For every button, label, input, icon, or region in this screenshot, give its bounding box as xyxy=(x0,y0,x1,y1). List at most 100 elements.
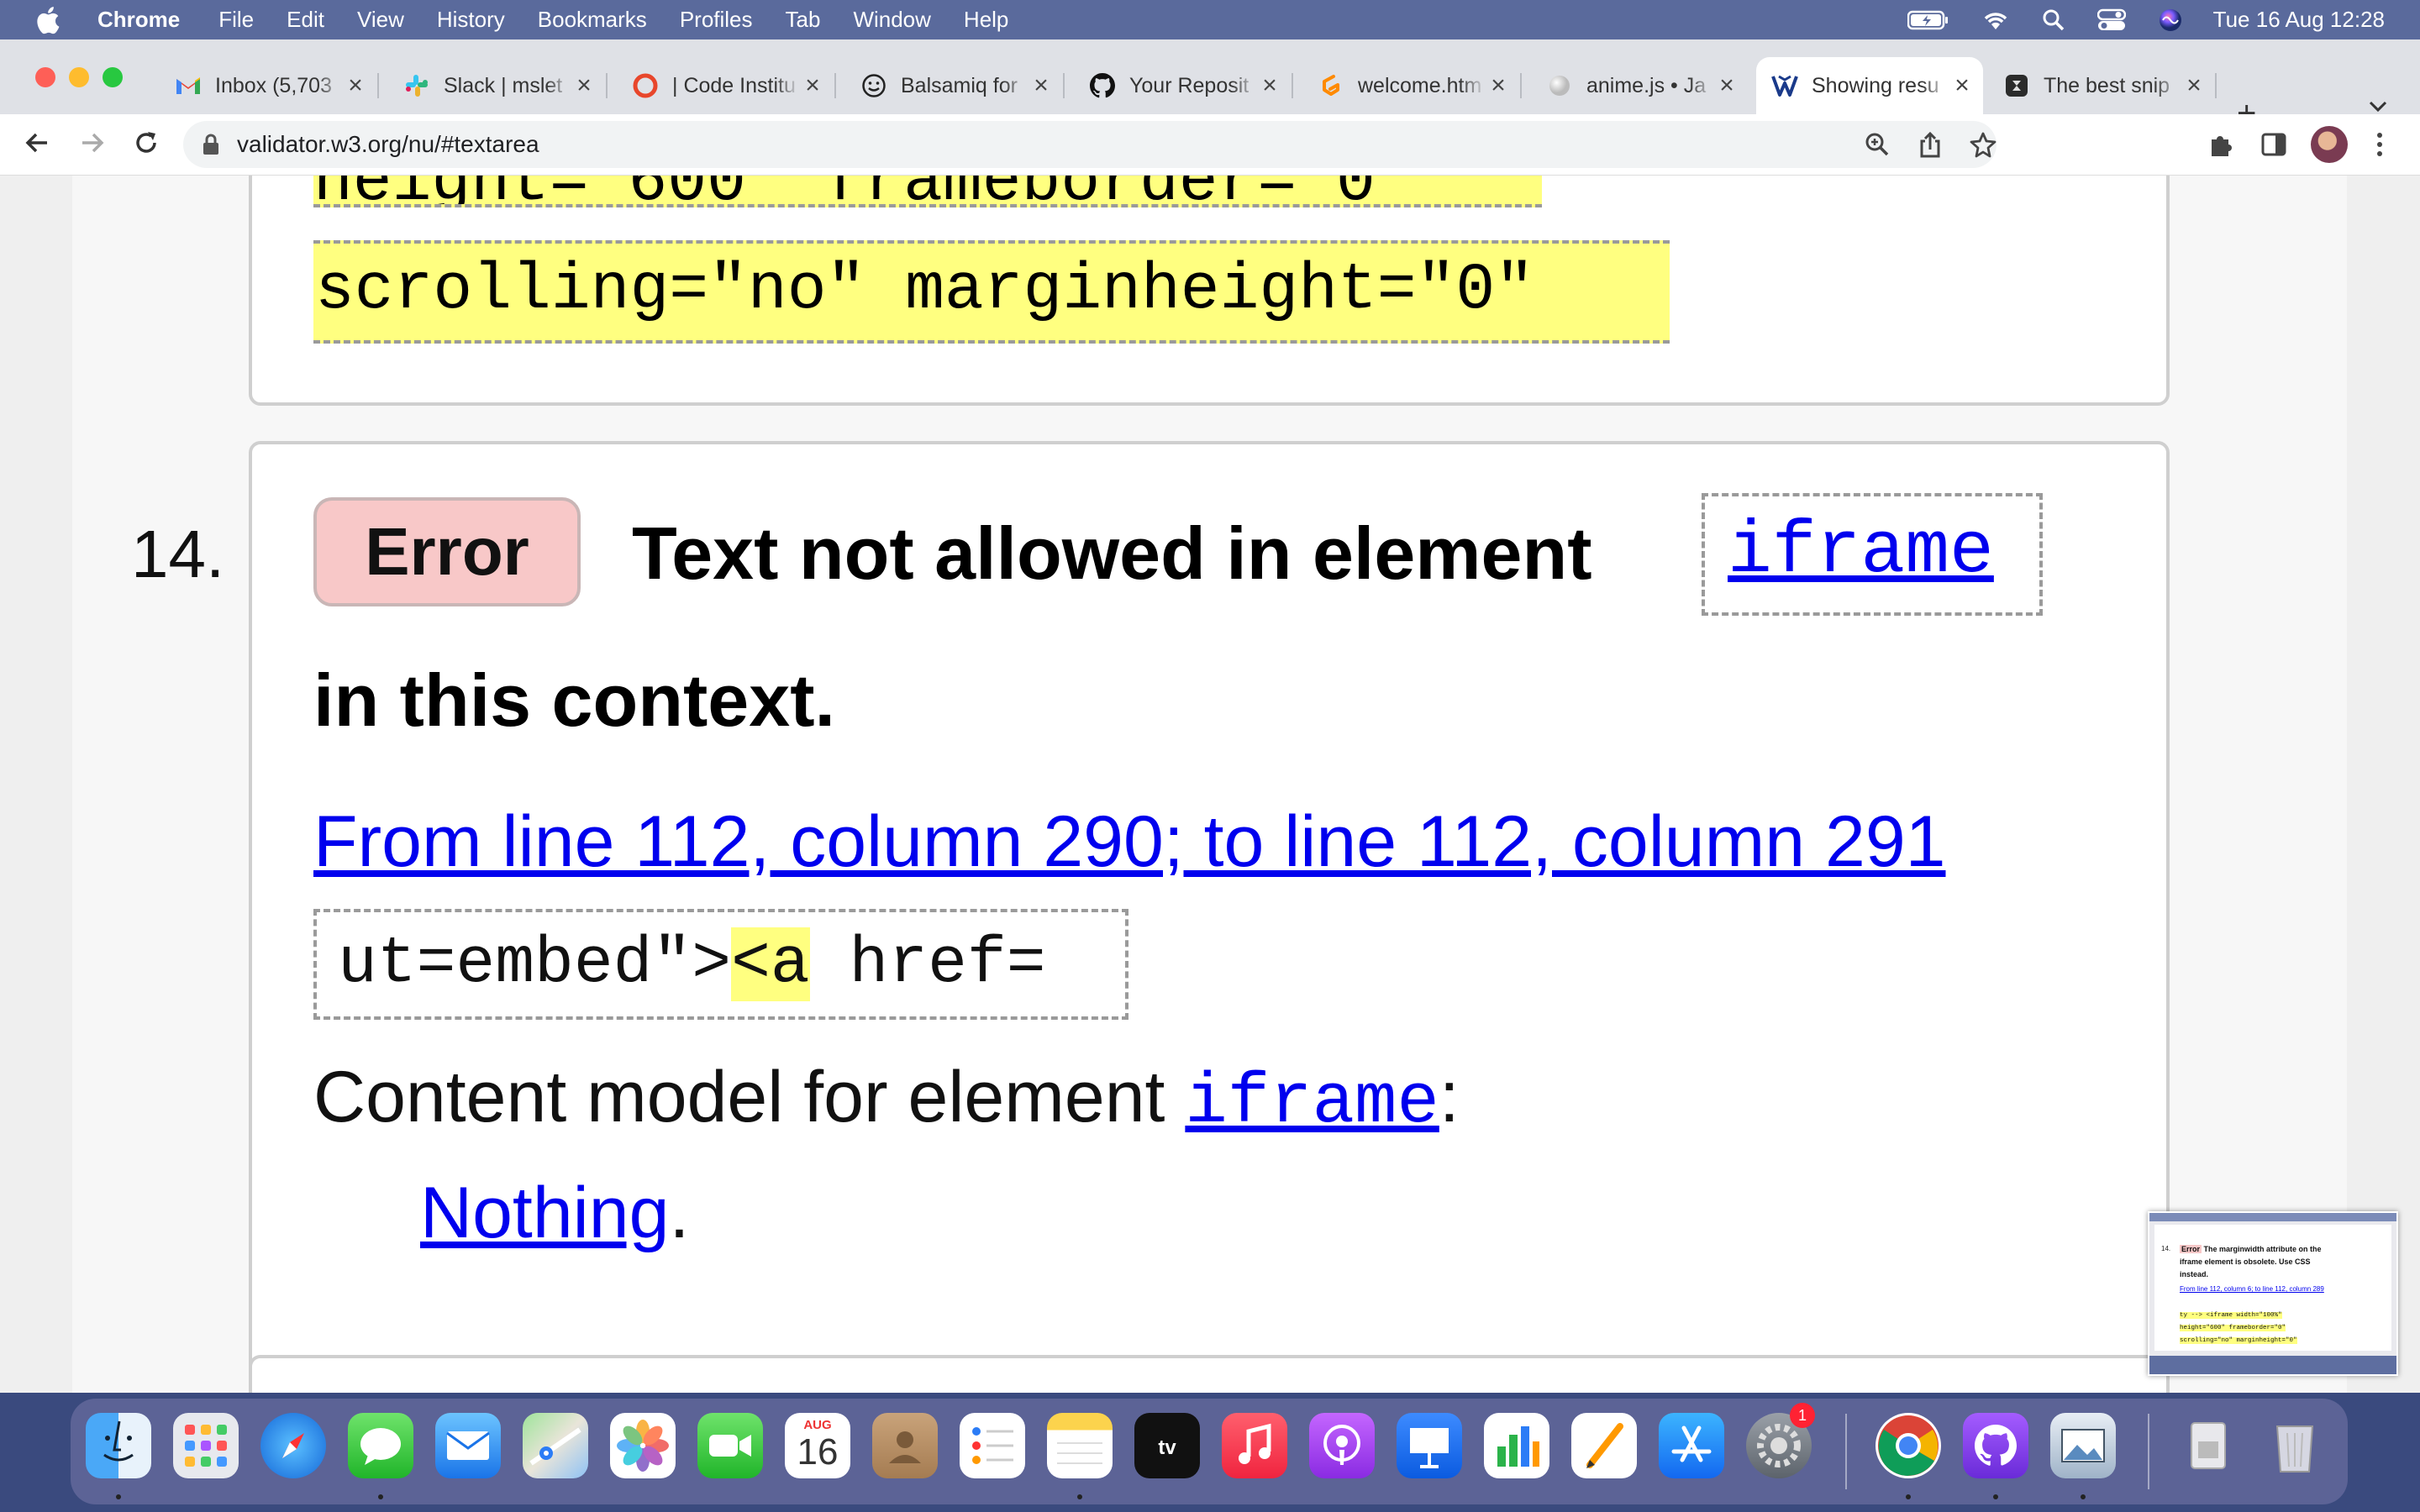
close-tab-icon[interactable]: × xyxy=(1949,71,1975,100)
content-model-label: Content model for element xyxy=(313,1057,1165,1137)
slack-icon xyxy=(403,72,430,99)
messages-icon[interactable] xyxy=(348,1413,413,1478)
tab-github[interactable]: Your Reposit × xyxy=(1074,57,1291,114)
close-tab-icon[interactable]: × xyxy=(571,71,597,100)
tab-title: Inbox (5,703 xyxy=(215,73,332,97)
close-tab-icon[interactable]: × xyxy=(1028,71,1054,100)
menubar-clock[interactable]: Tue 16 Aug 12:28 xyxy=(2213,7,2385,33)
apple-tv-icon[interactable]: tv xyxy=(1134,1413,1200,1478)
menu-bookmarks[interactable]: Bookmarks xyxy=(538,7,647,33)
siri-icon[interactable] xyxy=(2158,8,2183,33)
trash-icon[interactable] xyxy=(2262,1413,2328,1478)
content-model-period: . xyxy=(669,1173,690,1253)
downloads-stack-icon[interactable] xyxy=(2176,1413,2242,1478)
thumb-line-3: instead. xyxy=(2180,1270,2209,1278)
music-icon[interactable] xyxy=(1222,1413,1287,1478)
tab-balsamiq[interactable]: Balsamiq for × xyxy=(845,57,1062,114)
screenshot-thumbnail[interactable]: 14. Error The marginwidth attribute on t… xyxy=(2148,1211,2398,1376)
launchpad-icon[interactable] xyxy=(173,1413,239,1478)
menu-view[interactable]: View xyxy=(357,7,404,33)
contacts-icon[interactable] xyxy=(872,1413,938,1478)
tab-slack[interactable]: Slack | mslet × xyxy=(388,57,605,114)
close-tab-icon[interactable]: × xyxy=(2181,71,2207,100)
calendar-day: 16 xyxy=(797,1431,839,1473)
iframe-element-link[interactable]: iframe xyxy=(1728,507,1994,599)
chrome-menu-icon[interactable] xyxy=(2375,131,2385,162)
menu-window[interactable]: Window xyxy=(853,7,930,33)
menu-help[interactable]: Help xyxy=(964,7,1008,33)
profile-avatar[interactable] xyxy=(2311,126,2348,163)
close-tab-icon[interactable]: × xyxy=(800,71,825,100)
address-bar[interactable]: validator.w3.org/nu/#textarea xyxy=(183,121,1996,168)
extract-after: href= xyxy=(809,927,1046,1001)
close-tab-icon[interactable]: × xyxy=(1486,71,1511,100)
tab-anime-js[interactable]: anime.js • Ja × xyxy=(1531,57,1748,114)
menu-app-name[interactable]: Chrome xyxy=(97,7,180,33)
source-location-link[interactable]: From line 112, column 290; to line 112, … xyxy=(313,795,1945,888)
content-model-colon: : xyxy=(1439,1057,1460,1137)
wifi-icon[interactable] xyxy=(1981,9,2010,31)
photos-icon[interactable] xyxy=(610,1413,676,1478)
zoom-icon[interactable] xyxy=(1864,131,1891,162)
menu-file[interactable]: File xyxy=(218,7,254,33)
pages-icon[interactable] xyxy=(1571,1413,1637,1478)
tab-title: Balsamiq for xyxy=(901,73,1018,97)
reload-button[interactable] xyxy=(131,128,161,162)
content-model-element-link[interactable]: iframe xyxy=(1185,1063,1439,1143)
tab-title: welcome.htm xyxy=(1358,73,1482,97)
side-panel-icon[interactable] xyxy=(2260,131,2287,162)
gitpod-icon xyxy=(1318,72,1344,99)
content-model-nothing-link[interactable]: Nothing xyxy=(420,1173,669,1253)
bookmark-star-icon[interactable] xyxy=(1970,131,1996,162)
w3c-validator-icon xyxy=(1771,72,1798,99)
github-icon xyxy=(1089,72,1116,99)
menu-profiles[interactable]: Profiles xyxy=(680,7,753,33)
back-button[interactable] xyxy=(22,128,52,162)
minimize-window-button[interactable] xyxy=(69,67,89,87)
battery-icon[interactable] xyxy=(1907,9,1949,31)
gmail-icon xyxy=(175,72,202,99)
close-tab-icon[interactable]: × xyxy=(1257,71,1282,100)
spotlight-search-icon[interactable] xyxy=(2042,8,2065,32)
preview-icon[interactable] xyxy=(2050,1413,2116,1478)
github-desktop-icon[interactable] xyxy=(1963,1413,2028,1478)
reminders-icon[interactable] xyxy=(960,1413,1025,1478)
menu-history[interactable]: History xyxy=(437,7,505,33)
maps-icon[interactable] xyxy=(523,1413,588,1478)
menu-edit[interactable]: Edit xyxy=(287,7,324,33)
chrome-icon[interactable] xyxy=(1876,1413,1941,1478)
apple-menu-icon[interactable] xyxy=(34,4,66,36)
forward-button[interactable] xyxy=(77,128,108,162)
podcasts-icon[interactable] xyxy=(1309,1413,1375,1478)
tab-code-institute[interactable]: | Code Institu × xyxy=(617,57,834,114)
app-store-icon[interactable] xyxy=(1659,1413,1724,1478)
close-tab-icon[interactable]: × xyxy=(343,71,368,100)
tab-gitpod[interactable]: welcome.htm × xyxy=(1302,57,1519,114)
zoom-window-button[interactable] xyxy=(103,67,123,87)
tab-gmail[interactable]: Inbox (5,703 × xyxy=(160,57,376,114)
system-preferences-icon[interactable]: 1 xyxy=(1746,1403,1815,1478)
extensions-puzzle-icon[interactable] xyxy=(2207,131,2233,162)
thumb-link: From line 112, column 6; to line 112, co… xyxy=(2180,1285,2324,1293)
close-tab-icon[interactable]: × xyxy=(1714,71,1739,100)
tab-snippets[interactable]: The best snip × xyxy=(1988,57,2215,114)
extract-before: ut=embed"> xyxy=(338,927,732,1001)
share-icon[interactable] xyxy=(1918,131,1943,162)
lock-icon[interactable] xyxy=(202,133,220,160)
mail-icon[interactable] xyxy=(435,1413,501,1478)
source-extract: ut=embed"><a href= xyxy=(338,915,1046,1014)
keynote-icon[interactable] xyxy=(1397,1413,1462,1478)
code-institute-icon xyxy=(632,72,659,99)
numbers-icon[interactable] xyxy=(1484,1413,1549,1478)
control-center-icon[interactable] xyxy=(2096,8,2126,32)
calendar-icon[interactable]: AUG 16 xyxy=(785,1413,850,1478)
tab-w3c-validator[interactable]: Showing resu × xyxy=(1756,57,1983,114)
finder-icon[interactable] xyxy=(86,1413,151,1478)
facetime-icon[interactable] xyxy=(697,1413,763,1478)
thumb-code-2: height="600" frameborder="0" xyxy=(2180,1325,2286,1331)
menu-tab[interactable]: Tab xyxy=(786,7,821,33)
notes-icon[interactable] xyxy=(1047,1413,1113,1478)
safari-icon[interactable] xyxy=(260,1413,326,1478)
close-window-button[interactable] xyxy=(35,67,55,87)
url-text[interactable]: validator.w3.org/nu/#textarea xyxy=(237,131,539,158)
